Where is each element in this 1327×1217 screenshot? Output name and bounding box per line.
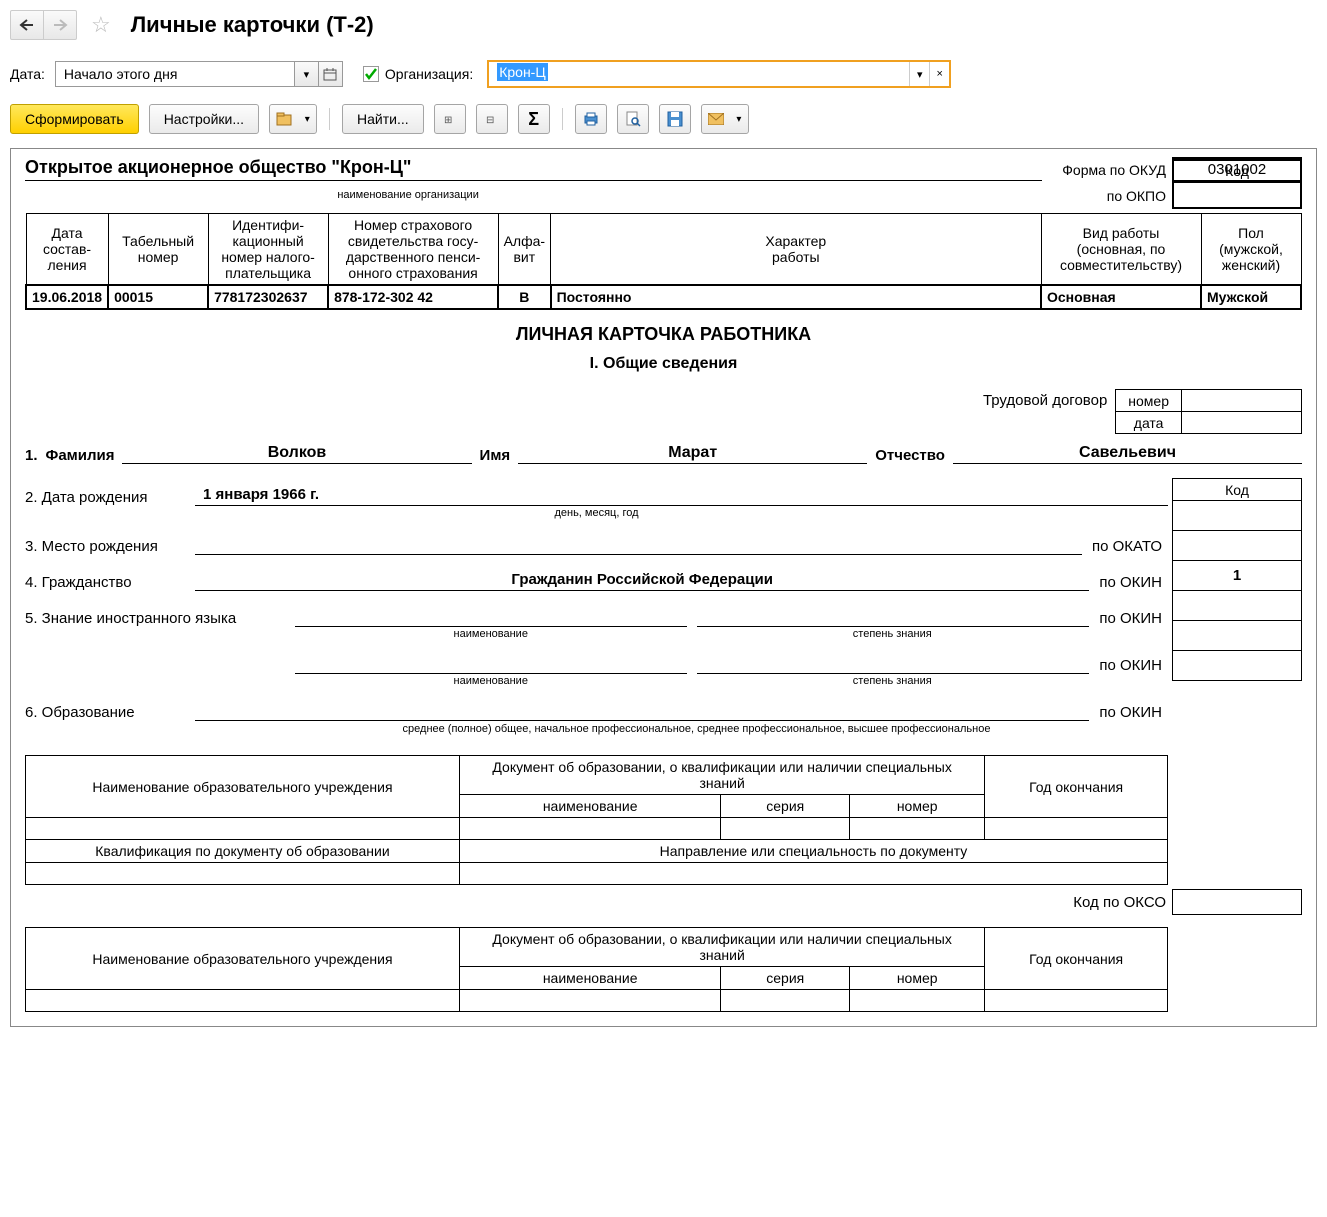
collapse-icon: ⊟ xyxy=(484,111,500,127)
okpo-label: по ОКПО xyxy=(1107,188,1166,204)
back-button[interactable] xyxy=(10,10,44,40)
print-button[interactable] xyxy=(575,104,607,134)
col-tabnum: Табельныйномер xyxy=(108,214,208,286)
code-column: Код 1 xyxy=(1172,478,1302,681)
print-icon xyxy=(583,111,599,127)
arrow-right-icon xyxy=(52,19,68,31)
calendar-icon xyxy=(323,67,337,81)
section-title: I. Общие сведения xyxy=(25,355,1302,373)
magnify-icon xyxy=(625,111,641,127)
col-date: Датасостав-ления xyxy=(26,214,108,286)
org-clear-button[interactable]: × xyxy=(929,62,949,86)
col-snils: Номер страховогосвидетельства госу-дарст… xyxy=(328,214,498,286)
arrow-left-icon xyxy=(19,19,35,31)
favorite-star-icon[interactable]: ☆ xyxy=(91,12,111,38)
okso-label: Код по ОКСО xyxy=(1073,894,1166,911)
org-label: Организация: xyxy=(385,66,473,82)
surname: Волков xyxy=(122,444,471,464)
col-worktype: Вид работы(основная, посовместительству) xyxy=(1041,214,1201,286)
org-sub: наименование организации xyxy=(25,189,791,201)
report-document: Открытое акционерное общество "Крон-Ц" Ф… xyxy=(10,148,1317,1027)
employee-header-table: Датасостав-ления Табельныйномер Идентифи… xyxy=(25,213,1302,310)
citizenship: Гражданин Российской Федерации xyxy=(195,571,1089,591)
mail-icon xyxy=(708,113,724,125)
col-inn: Идентифи-кационныйномер налого-плательщи… xyxy=(208,214,328,286)
sigma-icon: Σ xyxy=(528,109,539,130)
card-title: ЛИЧНАЯ КАРТОЧКА РАБОТНИКА xyxy=(25,324,1302,345)
contract-label: Трудовой договор xyxy=(983,389,1107,413)
employee-row: 19.06.2018 00015 778172302637 878-172-30… xyxy=(26,285,1301,309)
date-dropdown-button[interactable]: ▾ xyxy=(295,61,319,87)
okso-value xyxy=(1172,889,1302,915)
expand-groups-button[interactable]: ⊞ xyxy=(434,104,466,134)
okato-code xyxy=(1173,531,1302,561)
birth-date: 1 января 1966 г. xyxy=(195,486,1168,506)
collapse-groups-button[interactable]: ⊟ xyxy=(476,104,508,134)
okpo-value xyxy=(1172,183,1302,209)
expand-icon: ⊞ xyxy=(442,111,458,127)
col-workchar: Характерработы xyxy=(551,214,1041,286)
org-dropdown-button[interactable]: ▾ xyxy=(909,62,929,86)
firstname: Марат xyxy=(518,444,867,464)
org-input[interactable]: Крон-Ц xyxy=(489,62,909,86)
forward-button[interactable] xyxy=(43,10,77,40)
generate-button[interactable]: Сформировать xyxy=(10,104,139,134)
org-checkbox[interactable] xyxy=(363,66,379,82)
folder-icon xyxy=(276,111,292,127)
settings-button[interactable]: Настройки... xyxy=(149,104,259,134)
load-settings-button[interactable]: ▾ xyxy=(269,104,317,134)
page-title: Личные карточки (Т-2) xyxy=(131,12,374,38)
calendar-button[interactable] xyxy=(319,61,343,87)
patronymic: Савельевич xyxy=(953,444,1302,464)
contract-table: номер дата xyxy=(1115,389,1302,434)
col-alpha: Алфа-вит xyxy=(498,214,550,286)
save-button[interactable] xyxy=(659,104,691,134)
org-full-name: Открытое акционерное общество "Крон-Ц" xyxy=(25,157,1042,181)
education-table-1: Наименование образовательного учреждения… xyxy=(25,755,1168,885)
date-input[interactable] xyxy=(55,61,295,87)
svg-text:⊟: ⊟ xyxy=(486,115,494,126)
floppy-icon xyxy=(667,111,683,127)
citizenship-code: 1 xyxy=(1173,561,1302,591)
education-table-2: Наименование образовательного учреждения… xyxy=(25,927,1168,1012)
sum-button[interactable]: Σ xyxy=(518,104,550,134)
col-sex: Пол(мужской,женский) xyxy=(1201,214,1301,286)
svg-text:⊞: ⊞ xyxy=(444,115,452,126)
date-label: Дата: xyxy=(10,66,45,82)
okud-value: 0301002 xyxy=(1172,157,1302,183)
check-icon xyxy=(364,67,378,81)
preview-button[interactable] xyxy=(617,104,649,134)
email-button[interactable]: ▾ xyxy=(701,104,749,134)
find-button[interactable]: Найти... xyxy=(342,104,424,134)
birthplace xyxy=(195,535,1082,555)
